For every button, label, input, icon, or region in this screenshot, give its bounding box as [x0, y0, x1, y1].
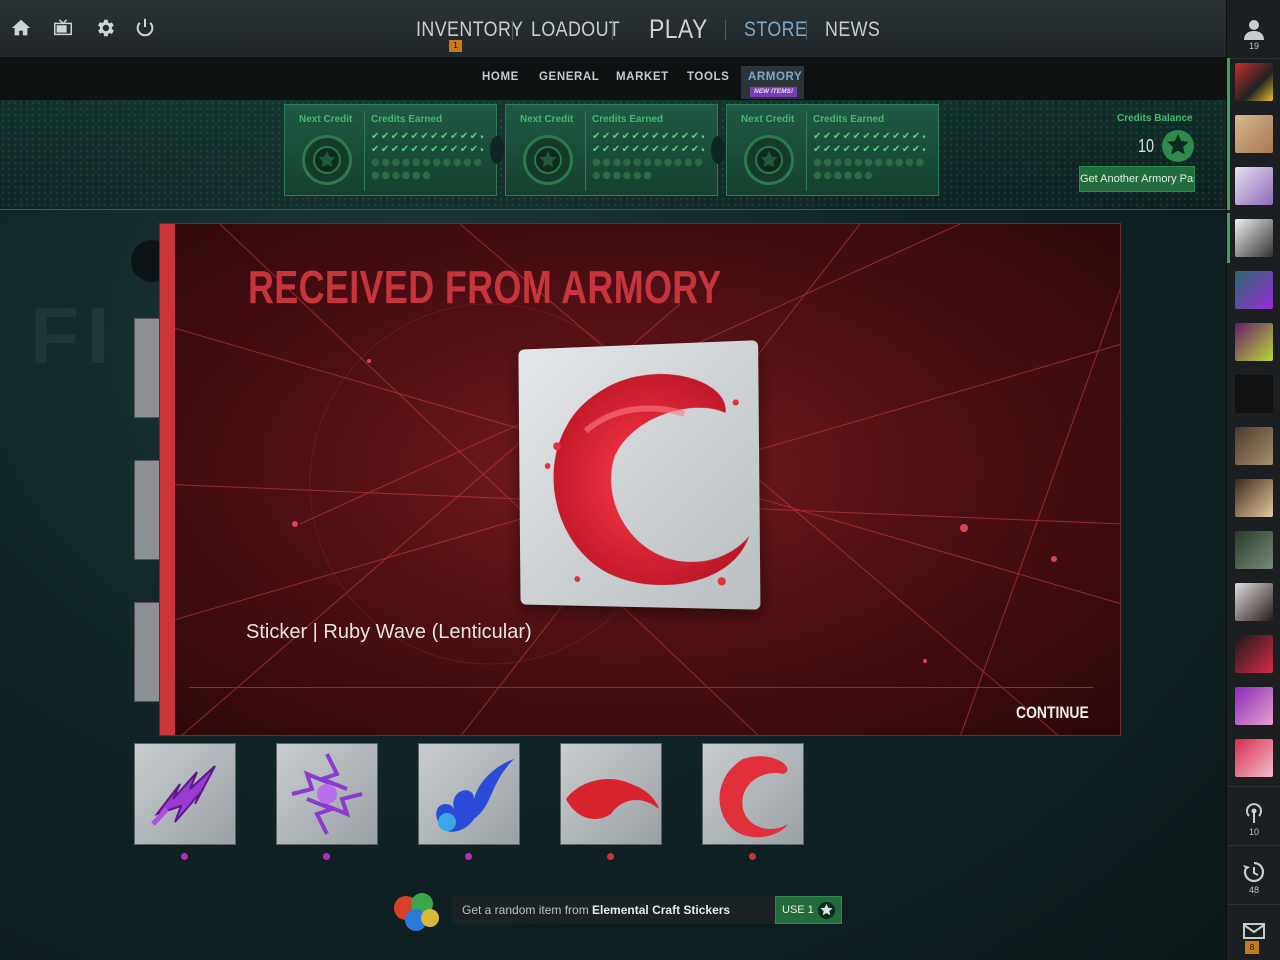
use-credits-button[interactable]: USE 1	[775, 896, 842, 924]
modal-title: RECEIVED FROM ARMORY	[248, 261, 722, 313]
sidebar-divider	[1227, 58, 1280, 59]
armory-credit-icon	[817, 901, 836, 920]
nav-divider	[512, 20, 513, 40]
rarity-dot	[323, 853, 330, 860]
subnav-market[interactable]: MARKET	[616, 71, 669, 83]
friend-avatar[interactable]	[1235, 531, 1273, 569]
modal-divider	[189, 687, 1093, 688]
credits-earned-label: Credits Earned	[371, 114, 443, 125]
friend-avatar[interactable]	[1235, 115, 1273, 153]
craft-bar: Get a random item from Elemental Craft S…	[390, 890, 842, 934]
next-credit-label: Next Credit	[299, 114, 353, 125]
broadcast-icon[interactable]	[1241, 800, 1267, 826]
armory-pass: Next Credit Credits Earned ✔✔✔✔✔✔✔✔✔✔✔✔ …	[284, 104, 497, 196]
craft-text-prefix: Get a random item from	[462, 903, 593, 917]
friend-avatar[interactable]	[1235, 427, 1273, 465]
ruby-wave-sticker-tile[interactable]	[702, 743, 804, 845]
online-indicator	[1227, 213, 1230, 263]
subnav-armory[interactable]: ARMORY	[748, 71, 802, 83]
received-item-modal: RECEIVED FROM ARMORY Sticker | Ruby Wave…	[159, 223, 1121, 736]
friend-avatar[interactable]	[1235, 219, 1273, 257]
user-icon[interactable]	[1241, 16, 1267, 42]
sidebar-divider	[1227, 904, 1280, 905]
nav-divider	[612, 20, 613, 40]
main-navigation: INVENTORY LOADOUT PLAY STORE NEWS	[0, 14, 1226, 50]
friend-avatar[interactable]	[1235, 583, 1273, 621]
credits-earned-label: Credits Earned	[813, 114, 885, 125]
elemental-craft-stickers-icon	[394, 893, 439, 931]
store-subnav: HOME GENERAL MARKET TOOLS	[0, 58, 1226, 100]
pass-divider	[364, 111, 365, 191]
get-another-armory-pass-button[interactable]: Get Another Armory Pass	[1079, 166, 1195, 192]
nav-divider	[725, 20, 726, 40]
subnav-general[interactable]: GENERAL	[539, 71, 599, 83]
pass-divider	[806, 111, 807, 191]
nav-play[interactable]: PLAY	[649, 14, 708, 45]
friend-avatar[interactable]	[1235, 687, 1273, 725]
purple-swirl-sticker-tile[interactable]	[276, 743, 378, 845]
nav-loadout[interactable]: LOADOUT	[531, 18, 620, 42]
blue-flame-sticker-tile[interactable]	[418, 743, 520, 845]
craft-description: Get a random item from Elemental Craft S…	[452, 896, 780, 924]
history-icon[interactable]	[1241, 859, 1267, 885]
inventory-badge: 1	[449, 40, 462, 52]
red-wave-sticker-tile[interactable]	[560, 743, 662, 845]
nav-divider	[806, 20, 807, 40]
armory-star-icon	[302, 135, 352, 185]
next-credit-label: Next Credit	[741, 114, 795, 125]
sidebar-divider	[1227, 845, 1280, 846]
friend-avatar[interactable]	[1235, 635, 1273, 673]
history-count: 48	[1248, 885, 1259, 895]
friend-avatar[interactable]	[1235, 323, 1273, 361]
collection-title-faded: FI	[30, 291, 118, 380]
friend-avatar[interactable]	[1235, 63, 1273, 101]
received-item-name: Sticker | Ruby Wave (Lenticular)	[246, 621, 532, 643]
rarity-dot	[465, 853, 472, 860]
armory-star-icon	[523, 135, 573, 185]
armory-star-icon	[744, 135, 794, 185]
credits-checks: ✔✔✔✔✔✔✔✔✔✔✔✔ ✔✔✔✔✔✔✔✔✔✔✔✔ ●●●●●●●●●●●● ●…	[371, 131, 483, 181]
friend-avatar[interactable]	[1235, 739, 1273, 777]
credits-checks: ✔✔✔✔✔✔✔✔✔✔✔✔ ✔✔✔✔✔✔✔✔✔✔✔✔ ●●●●●●●●●●●● ●…	[592, 131, 704, 181]
credits-checks: ✔✔✔✔✔✔✔✔✔✔✔✔ ✔✔✔✔✔✔✔✔✔✔✔✔ ●●●●●●●●●●●● ●…	[813, 131, 925, 181]
credits-balance-value: 10	[1138, 136, 1155, 156]
armory-credit-icon	[1162, 130, 1194, 162]
use-label: USE 1	[782, 904, 814, 916]
top-bar: INVENTORY LOADOUT PLAY STORE NEWS	[0, 0, 1226, 58]
sidebar-divider	[1227, 786, 1280, 787]
rarity-dot	[181, 853, 188, 860]
friend-avatar[interactable]	[1235, 271, 1273, 309]
armory-pass: Next Credit Credits Earned ✔✔✔✔✔✔✔✔✔✔✔✔ …	[505, 104, 718, 196]
pass-divider	[585, 111, 586, 191]
subnav-home[interactable]: HOME	[482, 71, 519, 83]
pass-notch	[490, 136, 504, 164]
nav-news[interactable]: NEWS	[825, 18, 880, 42]
nav-inventory[interactable]: INVENTORY	[416, 18, 523, 42]
broadcast-count: 10	[1248, 827, 1259, 837]
rarity-dot	[607, 853, 614, 860]
friend-avatar[interactable]	[1235, 167, 1273, 205]
next-credit-label: Next Credit	[520, 114, 574, 125]
rarity-dot	[749, 853, 756, 860]
friend-avatar[interactable]	[1235, 479, 1273, 517]
new-items-badge: NEW ITEMS!	[750, 87, 797, 97]
modal-accent-stripe	[160, 224, 175, 735]
mail-count-badge: 8	[1245, 941, 1259, 954]
craft-collection-name: Elemental Craft Stickers	[592, 903, 731, 917]
friends-count: 19	[1248, 41, 1259, 51]
pass-notch	[711, 136, 725, 164]
purple-lightning-sticker-tile[interactable]	[134, 743, 236, 845]
credits-balance-label: Credits Balance	[1117, 113, 1193, 124]
credits-earned-label: Credits Earned	[592, 114, 664, 125]
in-game-indicator	[1227, 58, 1230, 210]
armory-pass: Next Credit Credits Earned ✔✔✔✔✔✔✔✔✔✔✔✔ …	[726, 104, 939, 196]
nav-store[interactable]: STORE	[744, 18, 807, 42]
subnav-tools[interactable]: TOOLS	[687, 71, 729, 83]
ruby-wave-sticker-image	[518, 340, 761, 610]
continue-button[interactable]: CONTINUE	[1016, 703, 1089, 723]
friend-avatar[interactable]	[1235, 375, 1273, 413]
friends-sidebar: 19 10 48	[1226, 0, 1280, 960]
